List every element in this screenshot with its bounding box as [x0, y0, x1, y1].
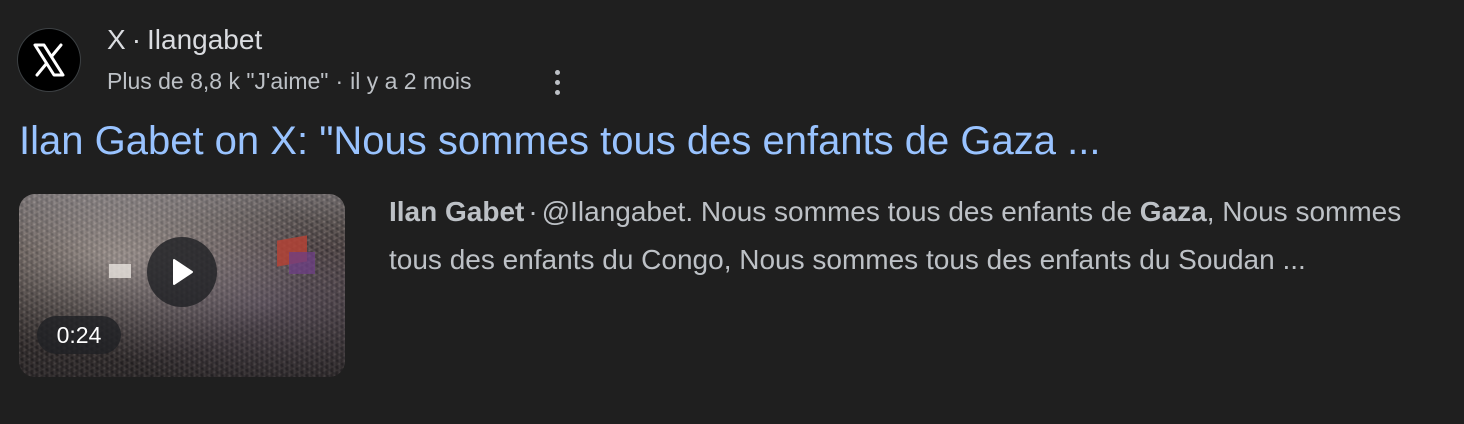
more-vert-icon[interactable]	[540, 64, 574, 100]
snippet-text: @Ilangabet. Nous sommes tous des enfants…	[541, 196, 1140, 227]
source-handle: Ilangabet	[147, 24, 263, 55]
video-duration: 0:24	[37, 316, 121, 354]
post-age: il y a 2 mois	[350, 68, 472, 94]
thumbnail-flag	[289, 252, 315, 274]
search-result: X · Ilangabet Plus de 8,8 k "J'aime" · il y …	[0, 0, 1464, 424]
result-meta: Plus de 8,8 k "J'aime" · il y a 2 mois	[107, 66, 472, 96]
likes-count: Plus de 8,8 k "J'aime"	[107, 68, 329, 94]
source-name: X	[107, 24, 126, 55]
result-title-link[interactable]: Ilan Gabet on X: "Nous sommes tous des e…	[19, 116, 1100, 166]
source-separator: ·	[131, 24, 142, 55]
snippet-highlight: Gaza	[1139, 196, 1207, 227]
thumbnail-sign	[109, 264, 131, 278]
result-snippet: Ilan Gabet · @Ilangabet. Nous sommes tous …	[389, 188, 1419, 284]
play-icon[interactable]	[147, 237, 217, 307]
x-logo-icon[interactable]	[18, 29, 80, 91]
more-dot	[554, 69, 560, 75]
meta-separator: ·	[335, 68, 344, 94]
more-dot	[554, 79, 560, 85]
source-line[interactable]: X · Ilangabet	[107, 22, 262, 58]
snippet-author: Ilan Gabet	[389, 196, 525, 227]
snippet-separator: ·	[528, 196, 538, 227]
more-dot	[554, 89, 560, 95]
video-thumbnail[interactable]: 0:24	[19, 194, 345, 377]
